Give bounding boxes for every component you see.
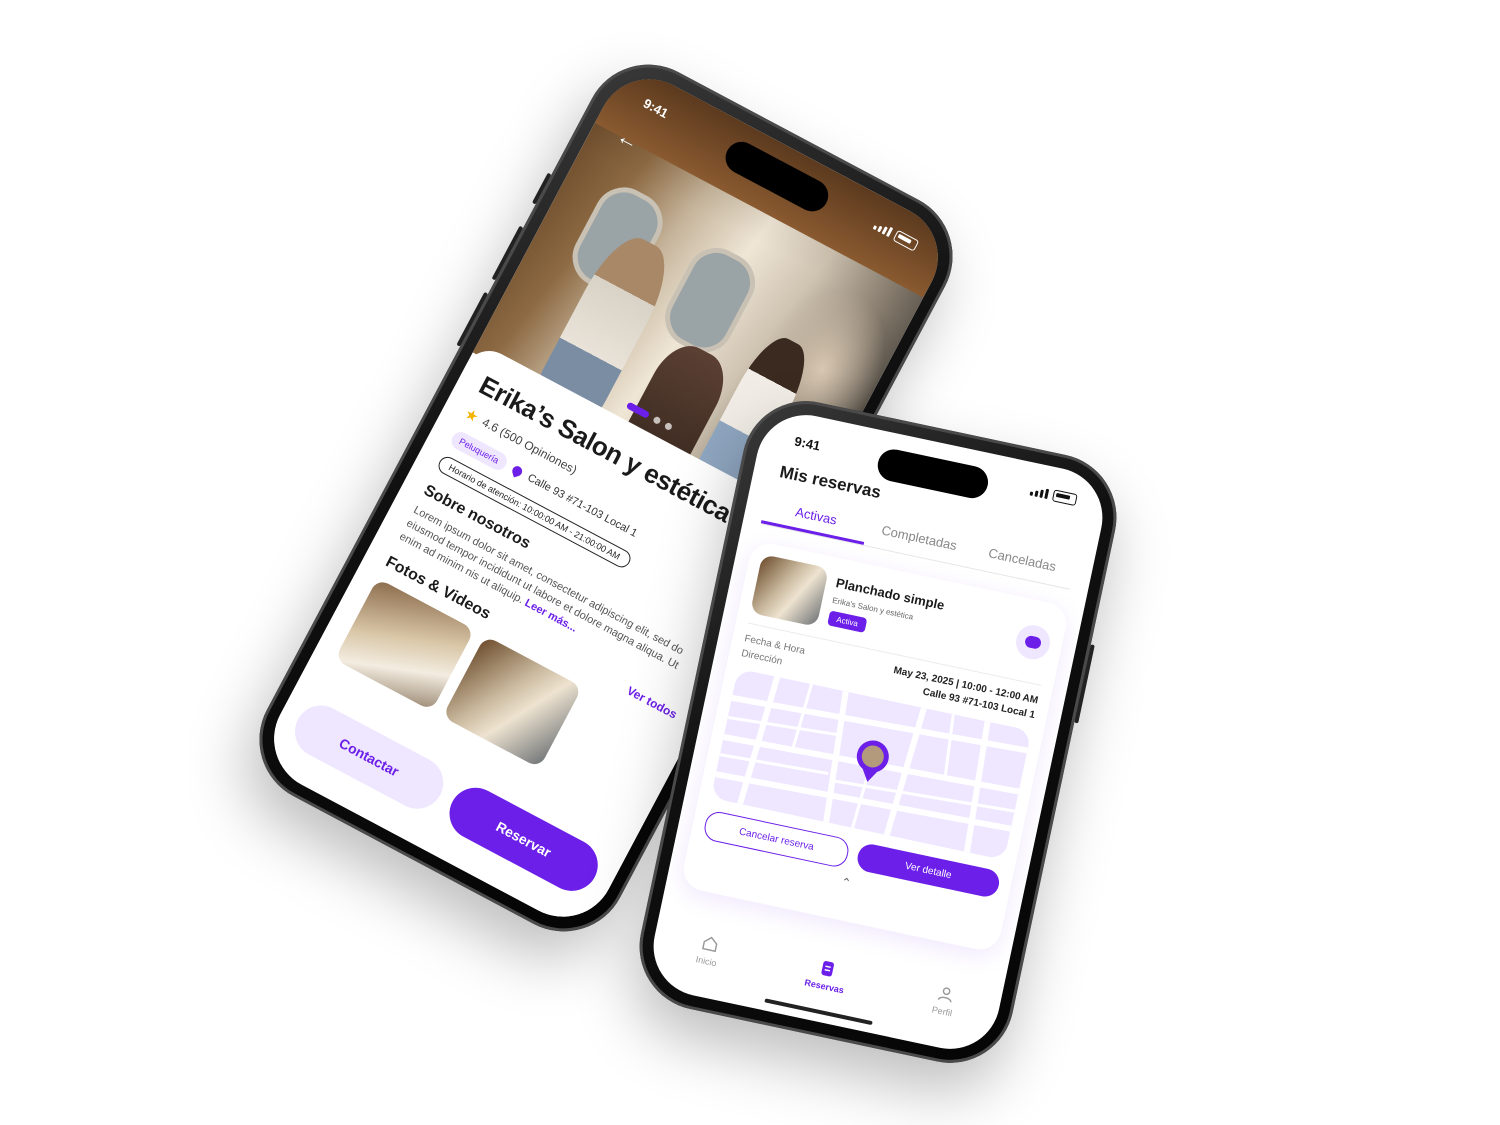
- status-time: 9:41: [793, 432, 822, 454]
- nav-home-label: Inicio: [694, 954, 718, 969]
- nav-profile[interactable]: Perfil: [930, 983, 958, 1019]
- booking-card: Planchado simple Erika's Salon y estétic…: [679, 539, 1071, 954]
- tab-completed[interactable]: Completadas: [864, 520, 972, 567]
- location-pin-icon: [510, 464, 524, 478]
- nav-bookings[interactable]: Reservas: [803, 956, 850, 996]
- home-icon: [701, 936, 718, 952]
- status-icons: [1029, 485, 1078, 507]
- chat-icon[interactable]: [1012, 622, 1054, 663]
- service-thumbnail: [749, 554, 829, 627]
- battery-icon: [1051, 489, 1078, 507]
- action-button: [531, 172, 552, 205]
- tab-active[interactable]: Activas: [760, 497, 870, 545]
- signal-icon: [872, 220, 894, 238]
- profile-icon: [937, 987, 952, 1003]
- page-title: Mis reservas: [778, 462, 883, 503]
- tab-cancelled[interactable]: Canceladas: [967, 541, 1075, 588]
- bookings-icon: [821, 961, 835, 977]
- star-icon: ★: [461, 405, 482, 427]
- dynamic-island: [874, 446, 991, 502]
- status-badge: Activa: [827, 609, 868, 633]
- nav-home[interactable]: Inicio: [694, 933, 722, 969]
- nav-bookings-label: Reservas: [803, 977, 845, 996]
- power-button: [1074, 644, 1095, 724]
- nav-profile-label: Perfil: [930, 1004, 954, 1019]
- signal-icon: [1029, 486, 1050, 500]
